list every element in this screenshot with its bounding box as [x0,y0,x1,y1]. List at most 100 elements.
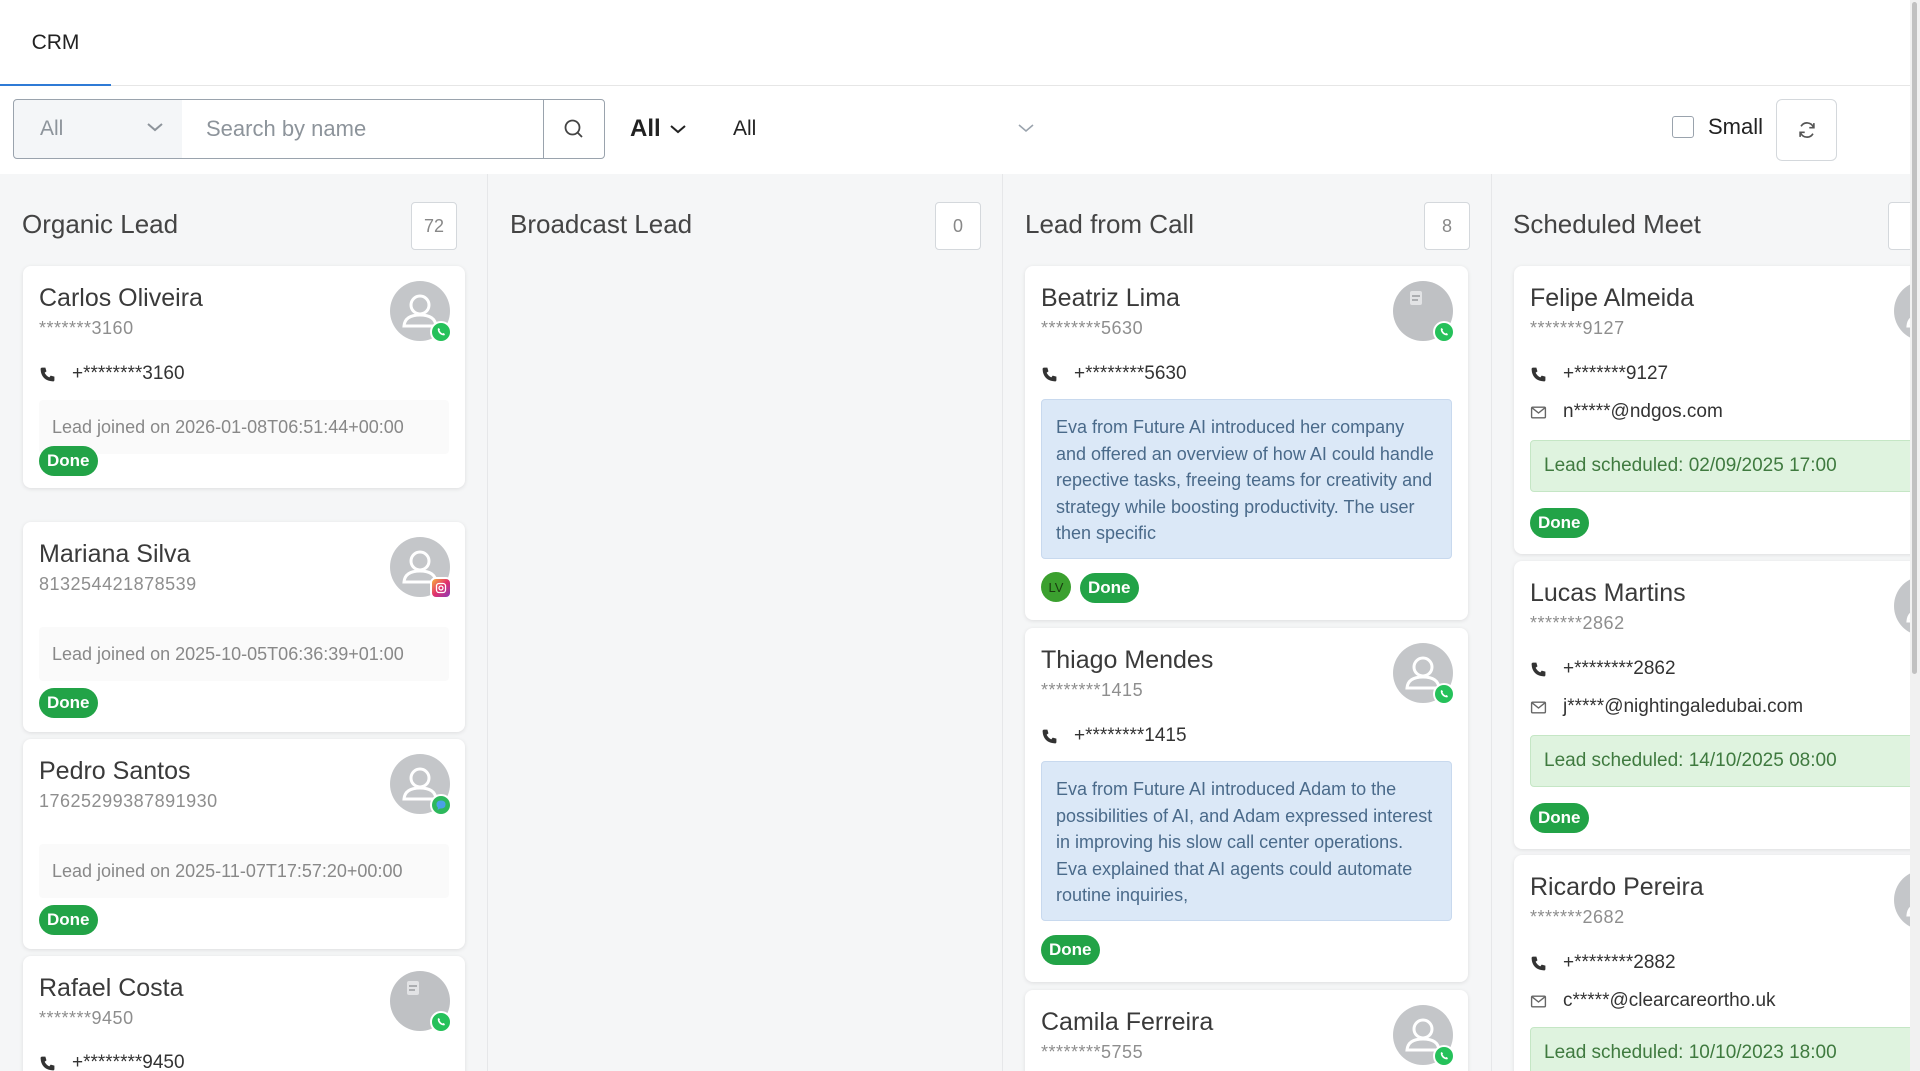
email-row: n*****@ndgos.com [1530,401,1723,423]
column-organic-lead: Organic Lead 72 Carlos Oliveira *******3… [0,174,487,1071]
column-scheduled-meet: Scheduled Meet Felipe Almeida *******912… [1492,174,1910,1071]
tab-crm[interactable]: CRM [0,0,111,87]
phone-number: +********3160 [72,363,185,384]
phone-icon [40,367,55,381]
phone-number: +********5630 [1074,363,1187,384]
status-dropdown-value: All [630,115,661,142]
source-dropdown-value: All [733,117,757,140]
lead-name: Felipe Almeida [1530,284,1694,312]
avatar [1894,870,1910,930]
email-address: c*****@clearcareortho.uk [1563,990,1776,1011]
avatar [390,754,452,816]
lead-card[interactable]: Beatriz Lima ********5630 +********5630 … [1025,266,1468,620]
column-count: 72 [411,202,457,250]
phone-row: +*******9127 [1530,363,1668,385]
phone-icon [1531,662,1546,676]
person-icon [1906,317,1910,328]
status-badge: Done [39,446,98,476]
whatsapp-icon [430,1011,452,1033]
status-badge: Done [1530,508,1589,538]
search-placeholder: Search by name [206,116,367,141]
phone-number: +********1415 [1074,725,1187,746]
lead-id: 17625299387891930 [39,791,218,811]
phone-row: +********1415 [1041,725,1187,747]
mail-icon [1530,405,1547,419]
status-badge: Done [39,905,98,935]
avatar [390,971,452,1033]
kanban-board: Organic Lead 72 Carlos Oliveira *******3… [0,174,1910,1071]
lead-card[interactable]: Camila Ferreira ********5755 [1025,990,1468,1071]
search-input[interactable]: Search by name [182,99,544,159]
search-button[interactable] [543,99,605,159]
phone-row: +********3160 [39,363,185,385]
mail-icon [1530,700,1547,714]
lead-id: ********1415 [1041,680,1144,700]
lead-name: Ricardo Pereira [1530,873,1704,901]
phone-number: +********2882 [1563,952,1676,973]
person-icon [1906,612,1910,623]
email-row: c*****@clearcareortho.uk [1530,990,1776,1012]
email-address: j*****@nightingaledubai.com [1563,696,1804,717]
lead-card[interactable]: Ricardo Pereira *******2682 +********288… [1514,855,1910,1071]
email-address: n*****@ndgos.com [1563,401,1723,422]
lead-id: 813254421878539 [39,574,197,594]
lead-name: Camila Ferreira [1041,1008,1214,1036]
lead-card[interactable]: Rafael Costa *******9450 +********9450 [23,956,465,1071]
source-dropdown[interactable]: All [733,109,1035,149]
whatsapp-icon [430,321,452,343]
status-dropdown[interactable]: All [630,109,687,149]
lead-card[interactable]: Pedro Santos 17625299387891930 Lead join… [23,739,465,949]
lead-name: Rafael Costa [39,974,184,1002]
avatar [1393,281,1455,343]
avatar [390,281,452,343]
lead-id: ********5755 [1041,1042,1144,1062]
small-toggle[interactable]: Small [1672,114,1763,140]
status-badge: Done [1530,803,1589,833]
status-badge: Done [39,688,98,718]
filter-toolbar: All Search by name All All Small [0,86,1910,174]
avatar [1393,1005,1455,1067]
page-scrollbar[interactable] [1910,0,1920,1071]
phone-number: +*******9127 [1563,363,1669,384]
lead-joined-note: Lead joined on 2026-01-08T06:51:44+00:00 [39,400,449,454]
phone-icon [1042,367,1057,381]
whatsapp-icon [1433,683,1455,705]
avatar [1393,643,1455,705]
lead-card[interactable]: Mariana Silva 813254421878539 Lead joine… [23,522,465,732]
lead-card[interactable]: Carlos Oliveira *******3160 +********316… [23,266,465,488]
filter-select[interactable]: All [13,99,183,159]
chevron-down-icon [670,125,686,134]
whatsapp-icon [1433,321,1455,343]
chevron-down-icon [147,123,163,132]
column-count: 8 [1424,202,1470,250]
small-checkbox[interactable] [1672,116,1694,138]
column-title: Broadcast Lead [510,209,693,239]
lead-id: *******3160 [39,318,134,338]
status-badge: Done [1080,573,1139,603]
phone-icon [1042,729,1057,743]
phone-row: +********9450 [39,1052,185,1071]
phone-number: +********9450 [72,1052,185,1071]
refresh-icon [1798,122,1815,138]
person-icon [1906,906,1910,917]
lead-id: *******9450 [39,1008,134,1028]
lead-name: Thiago Mendes [1041,646,1214,674]
lead-name: Carlos Oliveira [39,284,203,312]
column-lead-from-call: Lead from Call 8 Beatriz Lima ********56… [1003,174,1491,1071]
tab-crm-label: CRM [31,31,80,54]
scheduled-note: Lead scheduled: 02/09/2025 17:00 [1530,440,1910,492]
column-count [1888,202,1910,250]
column-title: Organic Lead [22,209,179,239]
scrollbar-thumb[interactable] [1912,2,1917,674]
lead-card[interactable]: Felipe Almeida *******9127 +*******9127 … [1514,266,1910,554]
status-badge: Done [1041,935,1100,965]
lead-name: Lucas Martins [1530,579,1686,607]
phone-row: +********2882 [1530,952,1676,974]
assignee-avatar: LV [1041,572,1071,602]
lead-card[interactable]: Thiago Mendes ********1415 +********1415… [1025,628,1468,982]
top-tab-bar: CRM [0,0,1920,87]
phone-icon [1531,956,1546,970]
messenger-icon [430,794,452,816]
refresh-button[interactable] [1776,99,1837,161]
lead-card[interactable]: Lucas Martins *******2862 +********2862 … [1514,561,1910,849]
